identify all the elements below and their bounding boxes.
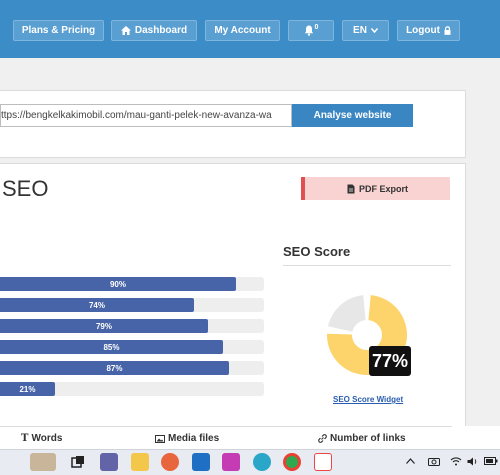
seo-score-widget-link[interactable]: SEO Score Widget <box>333 395 403 404</box>
notification-count-badge: 0 <box>314 24 319 31</box>
seo-score-title: SEO Score <box>283 244 351 259</box>
language-dropdown[interactable]: EN <box>342 20 389 41</box>
camera-icon[interactable] <box>428 457 440 468</box>
bar-track: 79% <box>0 319 264 333</box>
language-label: EN <box>353 25 367 36</box>
image-icon <box>155 434 165 443</box>
text-height-icon: T <box>21 433 29 444</box>
firefox-icon[interactable] <box>161 453 179 471</box>
snipping-tool-icon[interactable] <box>314 453 332 471</box>
seo-score-divider <box>283 265 451 266</box>
links-stat: Number of links <box>318 433 406 444</box>
url-input[interactable]: ttps://bengkelkakimobil.com/mau-ganti-pe… <box>0 104 292 127</box>
teams-icon[interactable] <box>100 453 118 471</box>
cat-widget-icon[interactable] <box>30 453 56 471</box>
report-title: SEO <box>2 176 49 201</box>
bar-track: 74% <box>0 298 264 312</box>
store-icon[interactable] <box>192 453 210 471</box>
plans-pricing-button[interactable]: Plans & Pricing <box>13 20 104 41</box>
my-account-button[interactable]: My Account <box>205 20 280 41</box>
dashboard-button[interactable]: Dashboard <box>111 20 197 41</box>
pdf-export-button[interactable]: PDF Export <box>301 177 450 200</box>
logout-label: Logout <box>406 25 440 36</box>
link-icon <box>318 434 327 443</box>
lock-icon <box>444 26 451 35</box>
stats-divider <box>0 426 452 427</box>
bar-track: 85% <box>0 340 264 354</box>
task-view-icon[interactable] <box>69 453 87 471</box>
bar-fill: 21% <box>0 382 55 396</box>
analyse-website-button[interactable]: Analyse website <box>292 104 413 127</box>
speaker-icon[interactable] <box>467 457 478 468</box>
plans-pricing-label: Plans & Pricing <box>21 25 96 36</box>
analyse-website-label: Analyse website <box>313 110 392 121</box>
wps-icon[interactable] <box>222 453 240 471</box>
words-stat: T Words <box>21 433 62 444</box>
bar-fill: 85% <box>0 340 223 354</box>
edge-icon[interactable] <box>253 453 271 471</box>
home-icon <box>120 26 131 35</box>
chevron-down-icon <box>370 28 378 33</box>
links-label: Number of links <box>330 433 406 444</box>
words-label: Words <box>31 433 63 444</box>
wifi-icon[interactable] <box>450 457 462 468</box>
chevron-up-icon[interactable] <box>406 457 415 466</box>
bar-fill: 79% <box>0 319 208 333</box>
donut-remainder-segment <box>327 295 366 332</box>
chrome-icon[interactable] <box>283 453 301 471</box>
bar-fill: 74% <box>0 298 194 312</box>
stats-row <box>0 426 500 449</box>
battery-icon[interactable] <box>484 457 498 467</box>
logout-button[interactable]: Logout <box>397 20 460 41</box>
media-files-label: Media files <box>168 433 220 444</box>
my-account-label: My Account <box>214 25 271 36</box>
bell-icon <box>304 25 313 36</box>
dashboard-label: Dashboard <box>134 25 188 36</box>
notifications-button[interactable]: 0 <box>288 20 334 41</box>
bar-track: 90% <box>0 277 264 291</box>
url-input-value: ttps://bengkelkakimobil.com/mau-ganti-pe… <box>1 110 272 121</box>
bar-fill: 90% <box>0 277 236 291</box>
file-explorer-icon[interactable] <box>131 453 149 471</box>
bar-track: 87% <box>0 361 264 375</box>
pdf-export-label: PDF Export <box>358 183 408 194</box>
seo-score-percent: 77% <box>369 346 411 376</box>
media-files-stat: Media files <box>155 433 219 444</box>
file-pdf-icon <box>347 184 355 193</box>
bar-fill: 87% <box>0 361 229 375</box>
bar-track: 21% <box>0 382 264 396</box>
